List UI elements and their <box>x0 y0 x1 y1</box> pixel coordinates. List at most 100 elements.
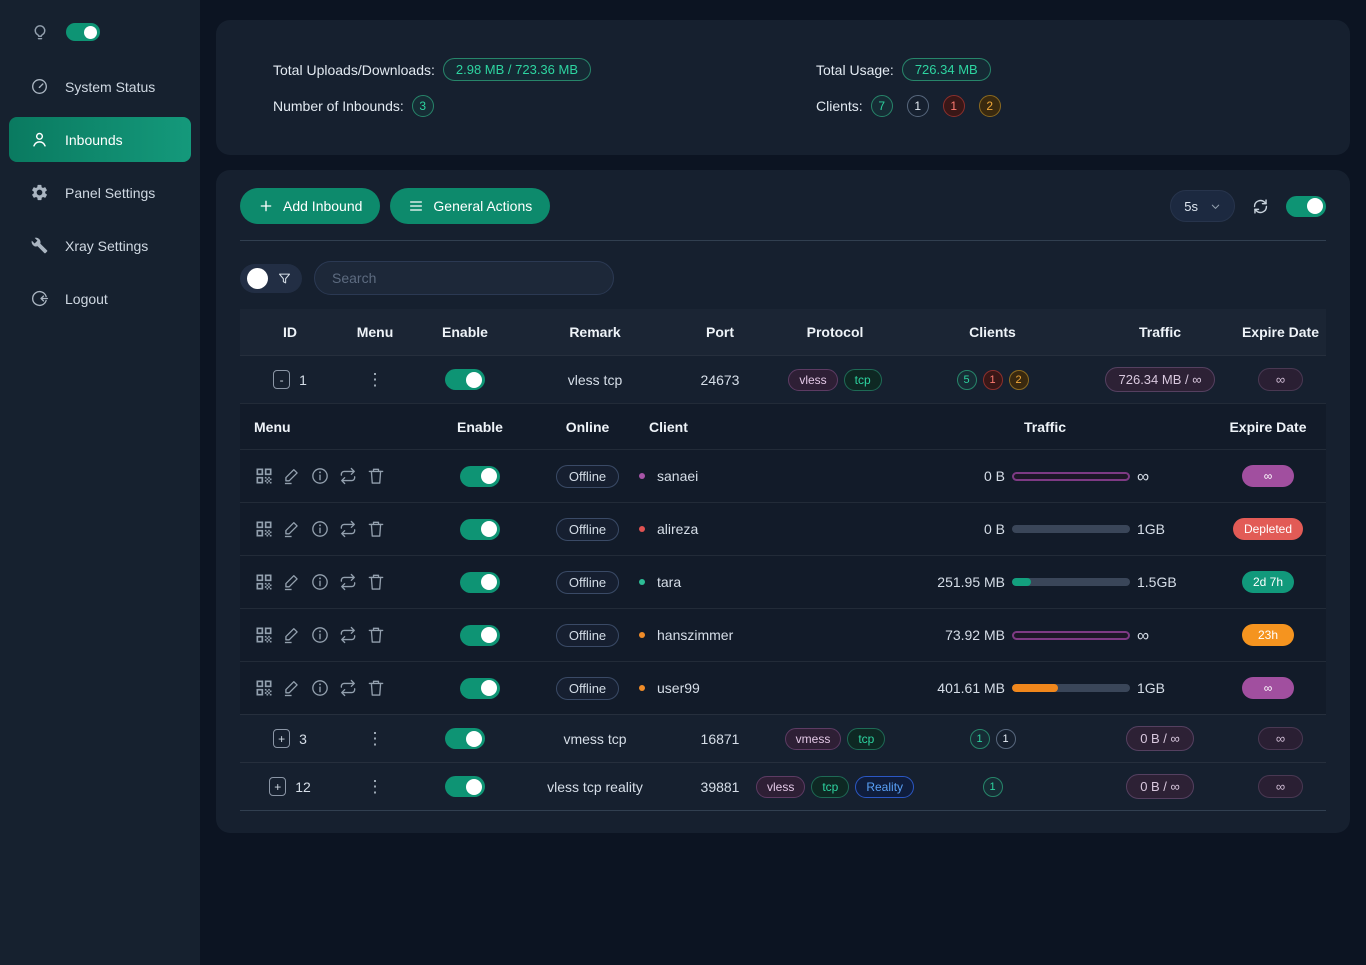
inbounds-table-header: ID Menu Enable Remark Port Protocol Clie… <box>240 309 1326 355</box>
inbound-enable-toggle[interactable] <box>445 728 485 749</box>
clients-count-online: 1 <box>907 95 929 117</box>
clients-summary: Clients: 7 1 1 2 <box>816 95 1326 117</box>
refresh-interval-select[interactable]: 5s <box>1170 190 1235 222</box>
client-row-sanaei: Offline sanaei 0 B ∞ ∞ <box>240 449 1326 502</box>
sidebar-item-label: Inbounds <box>65 132 123 148</box>
number-of-inbounds: Number of Inbounds: 3 <box>273 95 783 117</box>
delete-icon[interactable] <box>366 466 386 486</box>
client-name: tara <box>657 574 681 590</box>
plus-icon <box>258 198 274 214</box>
table-bottom-divider <box>240 810 1326 811</box>
refresh-icon[interactable] <box>1251 197 1270 216</box>
add-inbound-button[interactable]: Add Inbound <box>240 188 380 224</box>
row-menu-icon[interactable]: ⋮ <box>367 729 384 748</box>
traffic-bar <box>1012 684 1130 692</box>
reset-traffic-icon[interactable] <box>338 519 358 539</box>
sidebar-item-logout[interactable]: Logout <box>0 276 200 321</box>
protocol-tag: vless <box>788 369 837 391</box>
theme-toggle[interactable] <box>66 23 100 41</box>
chevron-down-icon <box>1210 201 1221 212</box>
qr-code-icon[interactable] <box>254 625 274 645</box>
edit-icon[interactable] <box>282 572 302 592</box>
client-name: sanaei <box>657 468 698 484</box>
hamburger-icon <box>408 198 424 214</box>
sidebar-item-system-status[interactable]: System Status <box>0 64 200 109</box>
expand-button[interactable]: + <box>273 729 290 748</box>
client-color-dot <box>639 526 645 532</box>
sidebar-item-inbounds[interactable]: Inbounds <box>9 117 191 162</box>
client-enable-toggle[interactable] <box>460 625 500 646</box>
edit-icon[interactable] <box>282 519 302 539</box>
delete-icon[interactable] <box>366 519 386 539</box>
inbound-remark: vless tcp <box>520 372 670 388</box>
auto-refresh-toggle[interactable] <box>1286 196 1326 217</box>
client-color-dot <box>639 632 645 638</box>
sidebar-item-label: Logout <box>65 291 108 307</box>
stats-card: Total Uploads/Downloads: 2.98 MB / 723.3… <box>216 20 1350 155</box>
traffic-used: 251.95 MB <box>913 574 1005 590</box>
header-enable: Enable <box>420 419 540 435</box>
reset-traffic-icon[interactable] <box>338 678 358 698</box>
client-row-alireza: Offline alireza 0 B 1GB Depleted <box>240 502 1326 555</box>
client-enable-toggle[interactable] <box>460 678 500 699</box>
total-uploads-downloads: Total Uploads/Downloads: 2.98 MB / 723.3… <box>273 58 783 81</box>
row-menu-icon[interactable]: ⋮ <box>367 777 384 796</box>
traffic-bar <box>1012 525 1130 533</box>
client-name: user99 <box>657 680 700 696</box>
qr-code-icon[interactable] <box>254 466 274 486</box>
traffic-limit: ∞ <box>1137 468 1177 485</box>
search-input[interactable] <box>314 261 614 295</box>
client-row-tara: Offline tara 251.95 MB 1.5GB 2d 7h <box>240 555 1326 608</box>
inbound-row-1: - 1 ⋮ vless tcp 24673 vless tcp 5 1 2 72… <box>240 355 1326 403</box>
info-icon[interactable] <box>310 625 330 645</box>
online-status-badge: Offline <box>556 624 619 647</box>
sidebar-item-panel-settings[interactable]: Panel Settings <box>0 170 200 215</box>
sidebar-item-xray-settings[interactable]: Xray Settings <box>0 223 200 268</box>
edit-icon[interactable] <box>282 625 302 645</box>
edit-icon[interactable] <box>282 678 302 698</box>
info-icon[interactable] <box>310 466 330 486</box>
traffic-used: 0 B <box>913 521 1005 537</box>
inbound-enable-toggle[interactable] <box>445 776 485 797</box>
header-protocol: Protocol <box>770 324 900 340</box>
expire-badge: ∞ <box>1242 677 1294 699</box>
app-layout: System Status Inbounds Panel Settings Xr… <box>0 0 1366 965</box>
info-icon[interactable] <box>310 678 330 698</box>
delete-icon[interactable] <box>366 625 386 645</box>
collapse-button[interactable]: - <box>273 370 290 389</box>
filter-toggle[interactable] <box>240 264 302 293</box>
inbound-id: 12 <box>295 779 311 795</box>
header-menu: Menu <box>240 419 420 435</box>
info-icon[interactable] <box>310 572 330 592</box>
expand-button[interactable]: + <box>269 777 286 796</box>
sidebar-item-label: Panel Settings <box>65 185 155 201</box>
inbound-remark: vmess tcp <box>520 731 670 747</box>
inbound-enable-toggle[interactable] <box>445 369 485 390</box>
traffic-bar <box>1012 472 1130 481</box>
qr-code-icon[interactable] <box>254 572 274 592</box>
qr-code-icon[interactable] <box>254 678 274 698</box>
row-menu-icon[interactable]: ⋮ <box>367 370 384 389</box>
client-count-badge: 2 <box>1009 370 1029 390</box>
general-actions-button[interactable]: General Actions <box>390 188 550 224</box>
reset-traffic-icon[interactable] <box>338 572 358 592</box>
sidebar-header <box>0 16 200 56</box>
client-count-badge: 1 <box>983 777 1003 797</box>
main-content: Total Uploads/Downloads: 2.98 MB / 723.3… <box>200 0 1366 965</box>
gear-icon <box>30 183 49 202</box>
client-enable-toggle[interactable] <box>460 466 500 487</box>
client-enable-toggle[interactable] <box>460 572 500 593</box>
expire-badge: 23h <box>1242 624 1294 646</box>
expire-badge: Depleted <box>1233 518 1303 540</box>
qr-code-icon[interactable] <box>254 519 274 539</box>
reset-traffic-icon[interactable] <box>338 625 358 645</box>
delete-icon[interactable] <box>366 678 386 698</box>
client-enable-toggle[interactable] <box>460 519 500 540</box>
client-count-badge: 1 <box>996 729 1016 749</box>
delete-icon[interactable] <box>366 572 386 592</box>
reset-traffic-icon[interactable] <box>338 466 358 486</box>
client-row-user99: Offline user99 401.61 MB 1GB ∞ <box>240 661 1326 714</box>
edit-icon[interactable] <box>282 466 302 486</box>
info-icon[interactable] <box>310 519 330 539</box>
inbound-traffic: 726.34 MB / ∞ <box>1105 367 1216 392</box>
